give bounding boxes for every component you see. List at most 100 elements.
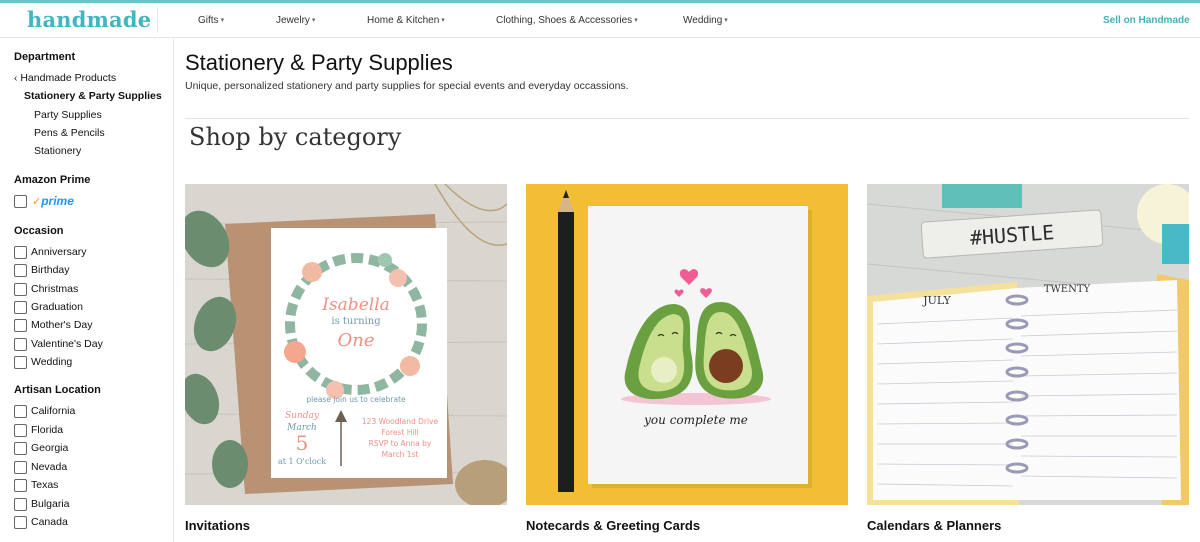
- category-label-calendars[interactable]: Calendars & Planners: [867, 518, 1001, 533]
- occasion-graduation[interactable]: Graduation: [14, 300, 83, 314]
- invitation-card-image: Isabella is turning One please join us t…: [185, 184, 507, 505]
- artisan-location-heading: Artisan Location: [14, 384, 101, 396]
- checkbox-label: Graduation: [31, 301, 83, 313]
- nav-clothing-label: Clothing, Shoes & Accessories: [496, 15, 633, 26]
- checkbox-label: Mother's Day: [31, 319, 93, 331]
- chevron-down-icon: ▾: [311, 17, 316, 24]
- page-subtitle: Unique, personalized stationery and part…: [185, 80, 629, 92]
- checkbox-label: California: [31, 405, 76, 417]
- checkbox[interactable]: [14, 318, 27, 332]
- chevron-left-icon: ‹: [14, 73, 18, 84]
- location-california[interactable]: California: [14, 404, 75, 418]
- checkbox-label: Christmas: [31, 283, 79, 295]
- handmade-logo[interactable]: handmade: [27, 7, 151, 32]
- checkbox[interactable]: [14, 404, 27, 418]
- checkbox[interactable]: [14, 263, 27, 277]
- location-texas[interactable]: Texas: [14, 478, 58, 492]
- category-card-calendars[interactable]: #HUSTLE JULY TWENTY: [867, 184, 1189, 505]
- occasion-mothers-day[interactable]: Mother's Day: [14, 318, 93, 332]
- checkbox[interactable]: [14, 497, 27, 511]
- checkbox[interactable]: [14, 282, 27, 296]
- invite-date3: 5: [296, 431, 309, 455]
- checkbox-label: Bulgaria: [31, 498, 70, 510]
- site-header: handmade Gifts ▾ Jewelry ▾ Home & Kitchen ▾…: [0, 3, 1200, 38]
- invite-date4: at 1 O'clock: [278, 457, 326, 466]
- sell-on-handmade-link[interactable]: Sell on Handmade: [1103, 15, 1190, 26]
- checkbox[interactable]: [14, 423, 27, 437]
- shop-by-category-heading: Shop by category: [189, 123, 402, 151]
- occasion-valentines-day[interactable]: Valentine's Day: [14, 337, 103, 351]
- filter-sidebar: Department ‹ Handmade Products Stationery…: [0, 39, 174, 542]
- invite-addr2: Forest Hill: [381, 428, 418, 437]
- page-title: Stationery & Party Supplies: [185, 50, 453, 75]
- nav-jewelry-label: Jewelry: [276, 15, 310, 26]
- amazon-prime-heading: Amazon Prime: [14, 174, 91, 186]
- checkbox-label: Texas: [31, 479, 59, 491]
- prime-logo: prime: [41, 194, 74, 208]
- invite-addr3: RSVP to Anna by: [369, 439, 432, 448]
- invite-name: Isabella: [321, 295, 390, 315]
- checkbox-label: Florida: [31, 424, 64, 436]
- occasion-birthday[interactable]: Birthday: [14, 263, 70, 277]
- checkbox[interactable]: [14, 300, 27, 314]
- occasion-anniversary[interactable]: Anniversary: [14, 245, 86, 259]
- chevron-down-icon: ▾: [441, 17, 445, 24]
- prime-checkbox[interactable]: [14, 194, 27, 208]
- chevron-down-icon: ▾: [634, 17, 638, 24]
- category-label-invitations[interactable]: Invitations: [185, 518, 250, 533]
- checkbox-label: Valentine's Day: [31, 338, 103, 350]
- invite-celebrate: please join us to celebrate: [306, 395, 406, 404]
- checkbox[interactable]: [14, 245, 27, 259]
- location-florida[interactable]: Florida: [14, 423, 63, 437]
- department-heading: Department: [14, 51, 76, 63]
- invite-line2: is turning: [331, 316, 381, 327]
- nav-jewelry[interactable]: Jewelry ▾: [276, 15, 315, 26]
- avocado-caption: you complete me: [643, 413, 748, 427]
- occasion-wedding[interactable]: Wedding: [14, 355, 72, 369]
- checkbox-label: Canada: [31, 516, 68, 528]
- location-bulgaria[interactable]: Bulgaria: [14, 497, 70, 511]
- sidebar-item-stationery[interactable]: Stationery: [34, 145, 81, 157]
- location-canada[interactable]: Canada: [14, 515, 68, 529]
- prime-check-icon: ✓: [32, 195, 42, 208]
- chevron-down-icon: ▾: [724, 17, 728, 24]
- avocado-greeting-card-image: you complete me: [526, 184, 848, 505]
- planner-calendar-image: #HUSTLE JULY TWENTY: [867, 184, 1189, 505]
- occasion-christmas[interactable]: Christmas: [14, 282, 78, 296]
- back-link-label: Handmade Products: [20, 72, 117, 84]
- location-georgia[interactable]: Georgia: [14, 441, 68, 455]
- nav-home-kitchen[interactable]: Home & Kitchen ▾: [367, 15, 445, 26]
- checkbox[interactable]: [14, 337, 27, 351]
- back-to-handmade-products[interactable]: ‹ Handmade Products: [14, 72, 116, 84]
- checkbox-label: Birthday: [31, 264, 70, 276]
- checkbox[interactable]: [14, 515, 27, 529]
- checkbox[interactable]: [14, 355, 27, 369]
- checkbox-label: Nevada: [31, 461, 68, 473]
- category-card-invitations[interactable]: Isabella is turning One please join us t…: [185, 184, 507, 505]
- chevron-down-icon: ▾: [220, 17, 225, 24]
- checkbox[interactable]: [14, 478, 27, 492]
- checkbox-label: Anniversary: [31, 246, 87, 258]
- sidebar-item-pens-pencils[interactable]: Pens & Pencils: [34, 127, 105, 139]
- planner-year: TWENTY: [1044, 284, 1091, 295]
- nav-clothing[interactable]: Clothing, Shoes & Accessories ▾: [496, 15, 638, 26]
- category-card-notecards[interactable]: you complete me: [526, 184, 848, 505]
- checkbox-label: Wedding: [31, 356, 73, 368]
- nav-gifts-label: Gifts: [198, 15, 219, 26]
- invite-addr4: March 1st: [382, 450, 419, 459]
- nav-gifts[interactable]: Gifts ▾: [198, 15, 224, 26]
- invite-age: One: [337, 330, 374, 351]
- nav-home-kitchen-label: Home & Kitchen: [367, 15, 440, 26]
- prime-filter[interactable]: ✓ prime: [14, 194, 74, 208]
- nav-wedding[interactable]: Wedding ▾: [683, 15, 728, 26]
- section-divider: [185, 118, 1189, 119]
- checkbox[interactable]: [14, 441, 27, 455]
- current-department[interactable]: Stationery & Party Supplies: [24, 90, 162, 102]
- occasion-heading: Occasion: [14, 225, 64, 237]
- invite-date1: Sunday: [285, 411, 320, 421]
- planner-month: JULY: [922, 294, 951, 307]
- checkbox[interactable]: [14, 460, 27, 474]
- sidebar-item-party-supplies[interactable]: Party Supplies: [34, 109, 102, 121]
- location-nevada[interactable]: Nevada: [14, 460, 67, 474]
- category-label-notecards[interactable]: Notecards & Greeting Cards: [526, 518, 700, 533]
